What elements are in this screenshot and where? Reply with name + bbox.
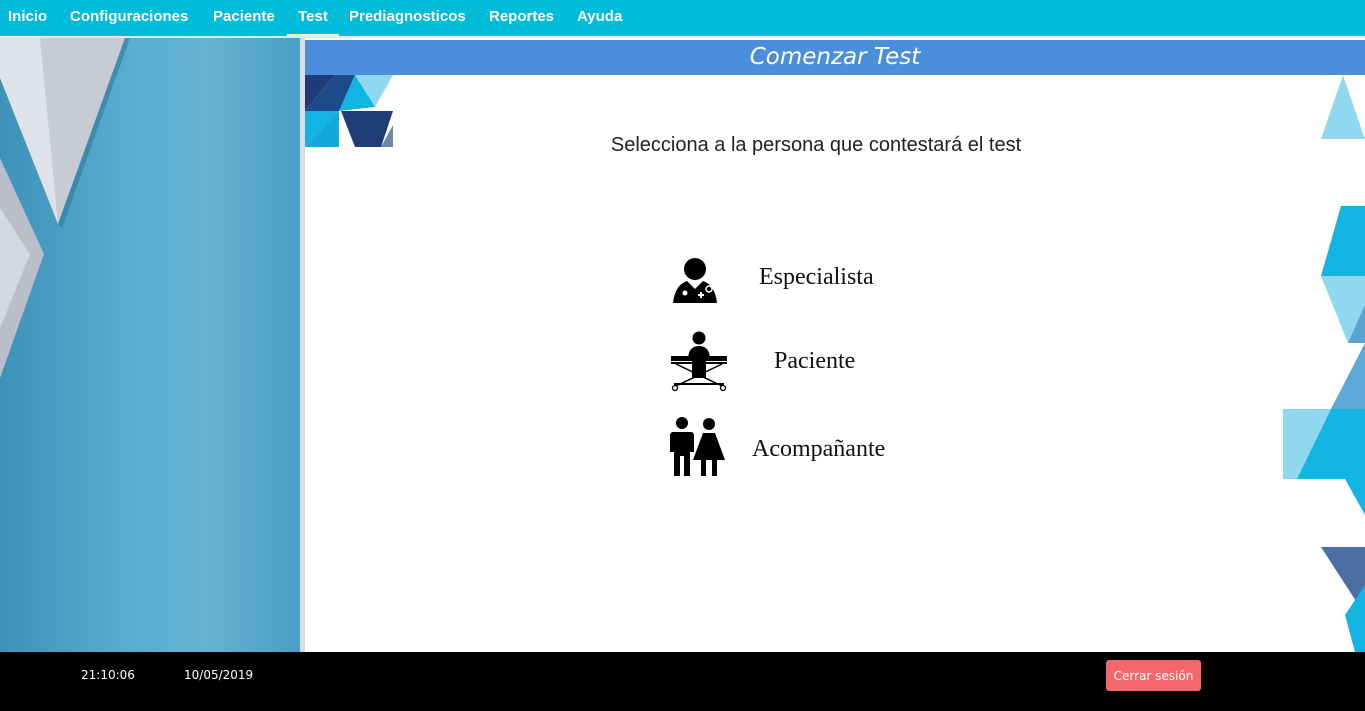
clock-time: 21:10:06 xyxy=(81,668,135,682)
decorative-side-image xyxy=(0,38,300,652)
option-paciente[interactable]: Paciente xyxy=(665,328,885,394)
instruction-text: Selecciona a la persona que contestará e… xyxy=(610,134,1022,156)
option-label-acompanante: Acompañante xyxy=(752,436,886,462)
paper-fold-graphic xyxy=(0,38,130,378)
doctor-icon xyxy=(673,258,717,303)
status-bar: 21:10:06 10/05/2019 Cerrar sesión xyxy=(0,652,1365,711)
nav-item-ayuda[interactable]: Ayuda xyxy=(577,0,622,34)
option-especialista[interactable]: Especialista xyxy=(665,250,885,310)
header-bar: Comenzar Test xyxy=(305,40,1365,75)
option-label-paciente: Paciente xyxy=(774,348,856,374)
nav-item-configuraciones[interactable]: Configuraciones xyxy=(70,0,188,34)
nav-item-paciente[interactable]: Paciente xyxy=(213,0,275,34)
option-label-especialista: Especialista xyxy=(759,264,874,290)
decorative-triangles-right xyxy=(1283,75,1365,652)
main-panel: Comenzar Test Selecciona a la persona qu… xyxy=(305,38,1365,652)
nav-item-inicio[interactable]: Inicio xyxy=(8,0,47,34)
page-title: Comenzar Test xyxy=(749,44,921,70)
nav-item-reportes[interactable]: Reportes xyxy=(489,0,554,34)
patient-on-bed-icon xyxy=(671,331,727,392)
nav-item-prediagnosticos[interactable]: Prediagnosticos xyxy=(349,0,466,34)
top-navbar: Inicio Configuraciones Paciente Test Pre… xyxy=(0,0,1365,36)
nav-item-test[interactable]: Test xyxy=(287,0,339,36)
current-date: 10/05/2019 xyxy=(184,668,254,682)
man-woman-couple-icon xyxy=(670,417,725,476)
option-acompanante[interactable]: Acompañante xyxy=(661,412,901,478)
logout-button[interactable]: Cerrar sesión xyxy=(1106,660,1201,691)
